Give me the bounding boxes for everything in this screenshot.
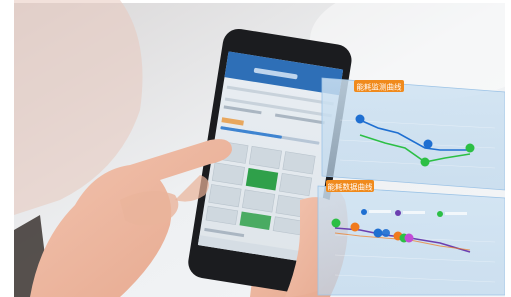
scene-svg: 能耗监测曲线 能耗数据曲线 (0, 0, 511, 297)
overlay-panel-1 (321, 77, 506, 191)
photo-scene: 能耗监测曲线 能耗数据曲线 (0, 0, 511, 297)
overlay-title-2: 能耗数据曲线 (328, 182, 373, 192)
right-white-border (505, 0, 511, 297)
left-white-border (0, 0, 14, 297)
overlay-title-1: 能耗监测曲线 (357, 82, 402, 92)
